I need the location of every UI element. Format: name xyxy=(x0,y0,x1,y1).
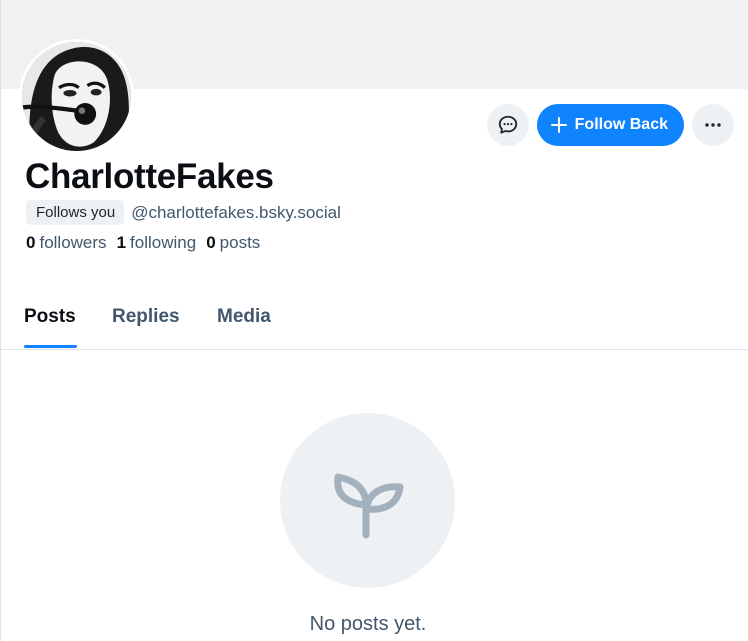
ellipsis-icon xyxy=(705,123,721,127)
posts-stat: 0 posts xyxy=(206,233,260,253)
profile-tabs: Posts Replies Media xyxy=(1,296,748,350)
following-count: 1 xyxy=(116,233,127,252)
empty-state-badge xyxy=(280,413,455,588)
empty-state-text: No posts yet. xyxy=(309,613,427,635)
follow-back-label: Follow Back xyxy=(574,116,668,133)
plus-icon xyxy=(550,117,567,133)
profile-handle: @charlottefakes.bsky.social xyxy=(131,202,341,222)
followers-label: followers xyxy=(39,233,107,252)
posts-label: posts xyxy=(219,233,261,252)
profile-display-name: CharlotteFakes xyxy=(25,157,274,196)
active-tab-indicator xyxy=(24,345,77,348)
message-button[interactable] xyxy=(486,104,529,146)
tab-posts[interactable]: Posts xyxy=(24,306,76,328)
avatar-image xyxy=(22,42,131,151)
more-options-button[interactable] xyxy=(692,104,734,146)
followers-count: 0 xyxy=(26,233,36,252)
follow-back-button[interactable]: Follow Back xyxy=(536,104,684,146)
following-label: following xyxy=(130,233,197,252)
profile-page: Follow Back CharlotteFakes Follows you @… xyxy=(0,0,748,641)
following-stat[interactable]: 1 following xyxy=(117,233,197,253)
tab-media[interactable]: Media xyxy=(217,306,271,328)
profile-avatar[interactable] xyxy=(19,39,134,154)
followers-stat[interactable]: 0 followers xyxy=(26,233,107,253)
posts-count: 0 xyxy=(206,233,216,252)
chat-bubble-icon xyxy=(498,115,517,134)
tab-replies[interactable]: Replies xyxy=(112,306,180,328)
follows-you-badge: Follows you xyxy=(26,200,125,225)
profile-handle-row: Follows you @charlottefakes.bsky.social xyxy=(26,200,341,225)
sprout-icon xyxy=(333,473,403,538)
profile-stats: 0 followers 1 following 0 posts xyxy=(26,233,260,253)
profile-actions: Follow Back xyxy=(486,104,734,146)
